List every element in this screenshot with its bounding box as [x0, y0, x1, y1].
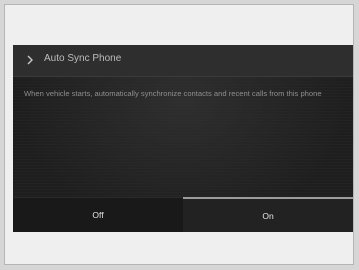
chevron-right-icon	[25, 53, 37, 67]
option-button-bar: Off On	[13, 197, 353, 232]
infotainment-screen: Auto Sync Phone When vehicle starts, aut…	[13, 45, 353, 232]
setting-description: When vehicle starts, automatically synch…	[24, 89, 322, 98]
manual-figure-frame: Auto Sync Phone When vehicle starts, aut…	[4, 4, 354, 265]
setting-title: Auto Sync Phone	[44, 53, 122, 64]
on-button[interactable]: On	[183, 197, 353, 232]
setting-header[interactable]: Auto Sync Phone	[13, 45, 353, 77]
off-button[interactable]: Off	[13, 197, 183, 232]
